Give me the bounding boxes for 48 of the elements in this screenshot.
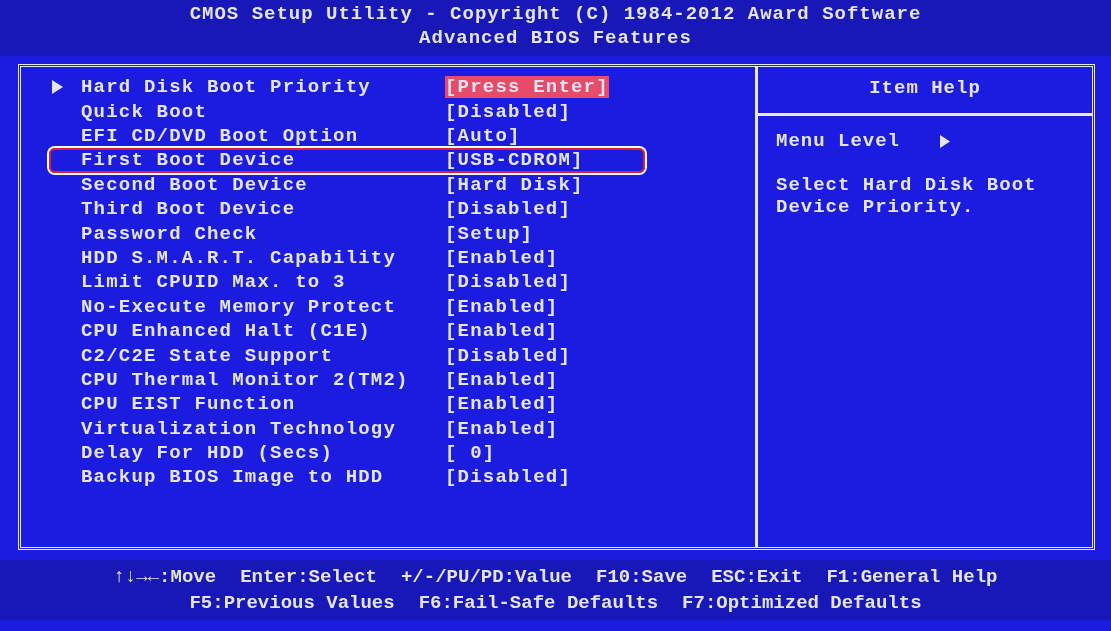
key-hint: F1:General Help: [826, 565, 998, 590]
setting-label[interactable]: Hard Disk Boot Priority: [81, 76, 445, 99]
key-hint: ↑↓→←:Move: [113, 565, 217, 590]
setting-label[interactable]: Third Boot Device: [81, 198, 445, 221]
setting-label[interactable]: Quick Boot: [81, 100, 445, 123]
menu-level-arrow-icon: [940, 134, 951, 148]
setting-label[interactable]: Backup BIOS Image to HDD: [81, 466, 445, 489]
setting-value[interactable]: [Enabled]: [445, 393, 559, 416]
setting-value[interactable]: [Hard Disk]: [445, 173, 584, 196]
setting-value[interactable]: [Disabled]: [445, 344, 572, 367]
setting-label[interactable]: EFI CD/DVD Boot Option: [81, 125, 445, 147]
setting-label[interactable]: CPU Thermal Monitor 2(TM2): [81, 368, 445, 391]
key-hint: ESC:Exit: [711, 565, 803, 590]
setting-value[interactable]: [USB-CDROM]: [445, 149, 584, 172]
setting-value[interactable]: [Disabled]: [445, 271, 572, 294]
help-text: Select Hard Disk Boot Device Priority.: [776, 174, 1038, 218]
key-hint: +/-/PU/PD:Value: [400, 565, 572, 590]
setting-label[interactable]: Virtualization Technology: [81, 417, 445, 440]
setting-value[interactable]: [Auto]: [445, 125, 521, 147]
setting-label[interactable]: C2/C2E State Support: [81, 344, 445, 367]
key-hint: Enter:Select: [240, 565, 377, 590]
setting-label[interactable]: First Boot Device: [81, 149, 445, 172]
setting-label[interactable]: CPU EIST Function: [81, 393, 445, 416]
key-hint: F10:Save: [596, 565, 688, 590]
utility-title: CMOS Setup Utility - Copyright (C) 1984-2012 Award Software: [188, 2, 923, 26]
setting-label[interactable]: No-Execute Memory Protect: [81, 295, 445, 318]
key-hint: F7:Optimized Defaults: [682, 591, 922, 616]
help-title: Item Help: [758, 67, 1092, 116]
setting-label[interactable]: Limit CPUID Max. to 3: [81, 271, 445, 294]
setting-label[interactable]: Delay For HDD (Secs): [81, 442, 445, 465]
setting-value[interactable]: [Enabled]: [445, 246, 559, 269]
setting-label[interactable]: Password Check: [81, 222, 445, 245]
setting-label[interactable]: Second Boot Device: [81, 173, 445, 196]
setting-value[interactable]: [ 0]: [445, 442, 496, 465]
page-title: Advanced BIOS Features: [418, 26, 693, 50]
setting-label[interactable]: HDD S.M.A.R.T. Capability: [81, 246, 445, 269]
setting-value[interactable]: [Disabled]: [445, 198, 572, 221]
setting-value[interactable]: [Disabled]: [445, 100, 572, 123]
setting-label[interactable]: CPU Enhanced Halt (C1E): [81, 320, 445, 343]
setting-value[interactable]: [Disabled]: [445, 466, 572, 489]
setting-value[interactable]: [Enabled]: [445, 417, 559, 440]
key-hint: F5:Previous Values: [189, 591, 395, 616]
setting-value[interactable]: [Setup]: [445, 222, 534, 245]
menu-level-label: Menu Level: [776, 130, 901, 152]
key-hint: F6:Fail-Safe Defaults: [418, 591, 659, 616]
setting-value[interactable]: [Enabled]: [445, 368, 559, 391]
setting-value[interactable]: [Enabled]: [445, 295, 559, 318]
setting-value[interactable]: [Enabled]: [445, 320, 559, 343]
